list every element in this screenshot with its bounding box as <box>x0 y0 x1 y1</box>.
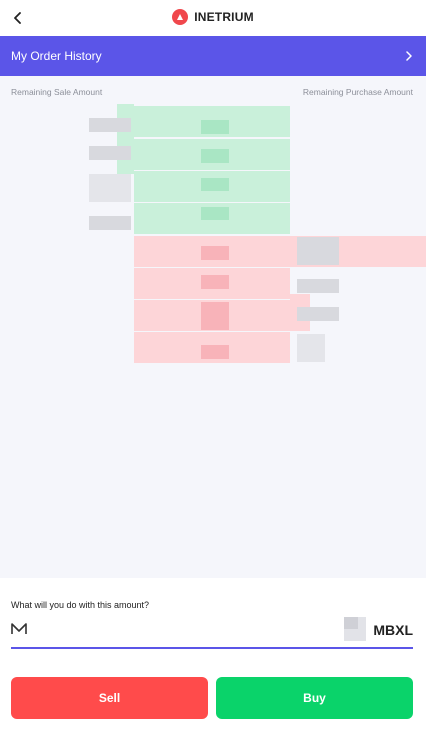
trade-question: What will you do with this amount? <box>11 600 150 610</box>
buy-button[interactable]: Buy <box>216 677 413 719</box>
ask-amount-cell <box>89 216 131 230</box>
sale-amount-header: Remaining Sale Amount <box>11 87 103 97</box>
purchase-amount-header: Remaining Purchase Amount <box>302 87 413 97</box>
trade-panel: What will you do with this amount? MBXL … <box>0 578 426 730</box>
ask-price-cell <box>201 149 229 163</box>
chevron-right-icon <box>403 50 415 62</box>
mbxl-token-icon <box>11 623 27 634</box>
amount-input[interactable] <box>33 619 323 643</box>
brand: INETRIUM <box>0 9 426 25</box>
order-history-label: My Order History <box>11 49 102 63</box>
sell-button[interactable]: Sell <box>11 677 208 719</box>
bid-amount-cell <box>297 237 339 265</box>
bid-price-cell <box>201 345 229 359</box>
ask-depth-bar <box>117 104 134 174</box>
ask-amount-cell <box>89 146 131 160</box>
bid-price-cell <box>201 246 229 260</box>
ask-price-cell <box>201 120 229 134</box>
brand-name: INETRIUM <box>194 10 254 24</box>
brand-logo-icon <box>172 9 189 25</box>
top-bar: INETRIUM <box>0 0 426 36</box>
ask-amount-cell <box>89 174 131 202</box>
ask-price-cell <box>201 207 229 220</box>
bid-amount-cell <box>297 307 339 321</box>
ask-amount-cell <box>89 118 131 132</box>
amount-field[interactable]: MBXL <box>11 617 413 649</box>
bid-amount-cell <box>297 279 339 293</box>
order-history-button[interactable]: My Order History <box>0 36 426 76</box>
ask-price-cell <box>201 178 229 191</box>
amount-blur <box>344 617 358 629</box>
order-book: Remaining Sale Amount Remaining Purchase… <box>0 76 426 578</box>
bid-amount-cell <box>297 334 325 362</box>
bid-price-cell <box>201 302 229 330</box>
unit-label: MBXL <box>373 622 413 638</box>
bid-price-cell <box>201 275 229 289</box>
